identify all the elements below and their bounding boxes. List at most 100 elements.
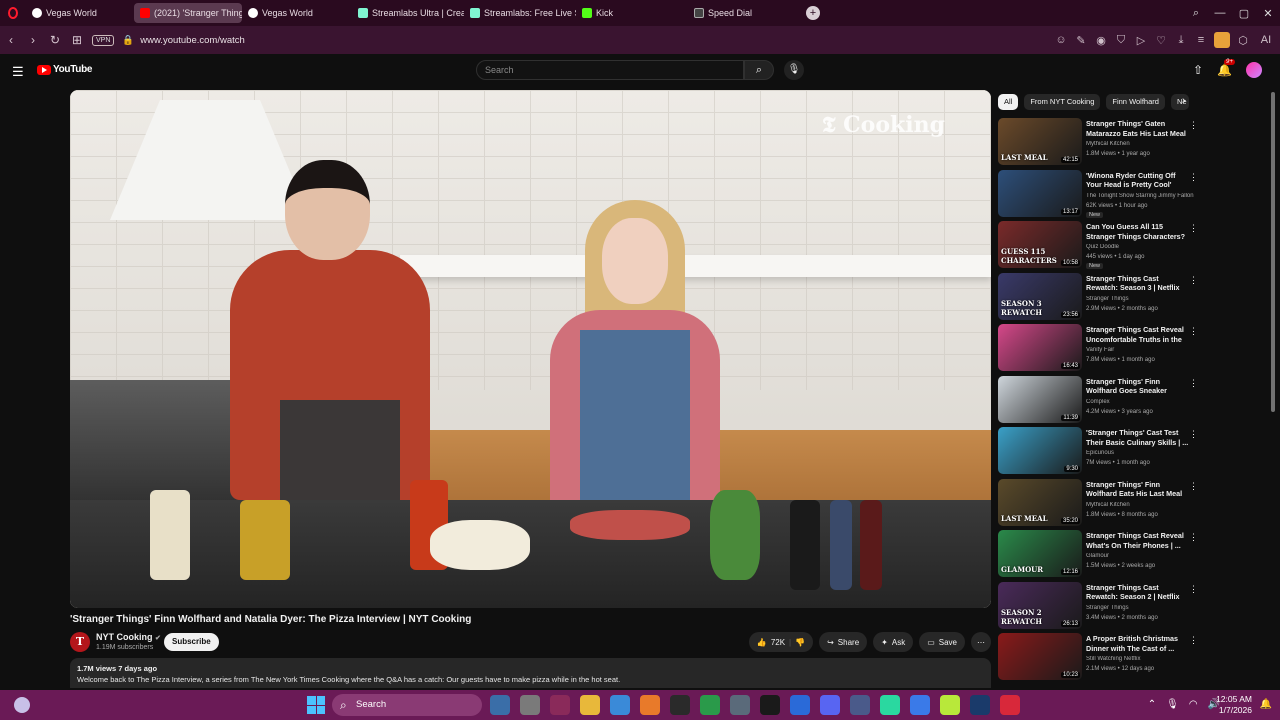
thumbs-down-icon[interactable]: 👎 <box>795 638 805 647</box>
taskbar-app-icon[interactable] <box>850 695 870 715</box>
like-button[interactable]: 👍 72K | 👎 <box>748 632 814 652</box>
video-player[interactable]: 𝕿 Cooking <box>70 90 991 608</box>
taskbar-app-icon[interactable] <box>580 695 600 715</box>
more-options-icon[interactable]: ⋮ <box>1189 326 1198 337</box>
recommendation-title[interactable]: Can You Guess All 115 Stranger Things Ch… <box>1086 222 1192 241</box>
recommendation-thumbnail[interactable]: 11:39 <box>998 375 1082 423</box>
recommendation-title[interactable]: Stranger Things' Gaten Matarazzo Eats Hi… <box>1086 119 1192 138</box>
recommendation-channel[interactable]: The Tonight Show Starring Jimmy Fallon <box>1086 193 1198 199</box>
recommendation-title[interactable]: Stranger Things Cast Rewatch: Season 2 |… <box>1086 583 1192 602</box>
recommendation-title[interactable]: Stranger Things Cast Reveal What's On Th… <box>1086 531 1192 550</box>
aria-ai-button[interactable]: AI <box>1256 34 1276 46</box>
recommendation-title[interactable]: 'Stranger Things' Cast Test Their Basic … <box>1086 428 1192 447</box>
tab-vegas-world-2[interactable]: Vegas World <box>242 3 352 23</box>
taskbar-app-icon[interactable] <box>880 695 900 715</box>
more-options-icon[interactable]: ⋮ <box>1189 120 1198 131</box>
tab-streamlabs-ultra[interactable]: Streamlabs Ultra | Create <box>352 3 464 23</box>
recommendation-title[interactable]: Stranger Things Cast Rewatch: Season 3 |… <box>1086 274 1192 293</box>
recommendation-title[interactable]: A Proper British Christmas Dinner with T… <box>1086 634 1192 653</box>
recommendation-channel[interactable]: Quiz Doodle <box>1086 244 1198 250</box>
tab-youtube-active[interactable]: (2021) 'Stranger Thing <box>134 3 242 23</box>
taskbar-app-icon[interactable] <box>700 695 720 715</box>
widgets-icon[interactable] <box>14 697 30 713</box>
shield-icon[interactable]: ⛉ <box>1114 34 1128 47</box>
tab-kick[interactable]: Kick <box>576 3 688 23</box>
taskbar-app-icon[interactable] <box>550 695 570 715</box>
taskbar-app-icon[interactable] <box>640 695 660 715</box>
upload-icon[interactable]: ⇧ <box>1193 63 1203 77</box>
recommendation-title[interactable]: Stranger Things Cast Reveal Uncomfortabl… <box>1086 325 1192 344</box>
close-icon[interactable]: ✕ <box>1256 7 1280 20</box>
extension-icon[interactable] <box>1214 32 1230 48</box>
taskbar-app-icon[interactable] <box>970 695 990 715</box>
share-button[interactable]: ↪ Share <box>819 632 868 652</box>
recommendation-item[interactable]: SEASON 3 REWATCH 23:56 Stranger Things Cas… <box>998 272 1204 325</box>
chips-next-arrow-icon[interactable]: › <box>1182 95 1186 107</box>
taskbar-app-icon[interactable] <box>760 695 780 715</box>
channel-avatar[interactable]: T <box>70 632 90 652</box>
edit-icon[interactable]: ✎ <box>1074 34 1088 47</box>
recommendation-thumbnail[interactable]: GLAMOUR 12:16 <box>998 530 1082 577</box>
recommendation-thumbnail[interactable]: LAST MEAL 42:15 <box>998 118 1082 165</box>
taskbar-clock[interactable]: 12:05 AM 1/7/2026 <box>1216 694 1252 716</box>
emoji-icon[interactable]: ☺ <box>1054 34 1068 46</box>
taskbar-search[interactable]: Search <box>332 694 482 716</box>
recommendation-thumbnail[interactable]: GUESS 115 CHARACTERS 10:58 <box>998 221 1082 268</box>
taskbar-app-icon[interactable] <box>910 695 930 715</box>
recommendation-channel[interactable]: Vanity Fair <box>1086 347 1198 353</box>
more-options-icon[interactable]: ⋮ <box>1189 635 1198 646</box>
tabs-grid-icon[interactable]: ⊞ <box>66 33 88 47</box>
tab-speed-dial[interactable]: Speed Dial <box>688 3 798 23</box>
chip-all[interactable]: All <box>998 94 1019 110</box>
wifi-icon[interactable]: ◠ <box>1189 699 1198 710</box>
recommendation-item[interactable]: LAST MEAL 42:15 Stranger Things' Gaten Mat… <box>998 118 1204 170</box>
taskbar-app-icon[interactable] <box>670 695 690 715</box>
recommendation-title[interactable]: Stranger Things' Finn Wolfhard Eats His … <box>1086 480 1192 499</box>
taskbar-app-icon[interactable] <box>730 695 750 715</box>
taskbar-app-icon[interactable] <box>820 695 840 715</box>
recommendation-channel[interactable]: Mythical Kitchen <box>1086 141 1198 147</box>
chip-from-nyt-cooking[interactable]: From NYT Cooking <box>1024 94 1101 110</box>
taskbar-app-icon[interactable] <box>940 695 960 715</box>
url-field[interactable]: 🔒 www.youtube.com/watch <box>122 35 244 46</box>
recommendation-thumbnail[interactable]: SEASON 3 REWATCH 23:56 <box>998 272 1082 320</box>
channel-name[interactable]: NYT Cooking ✔ <box>96 632 161 642</box>
tab-search-icon[interactable]: ⌕ <box>1184 7 1208 20</box>
recommendation-channel[interactable]: Glamour <box>1086 553 1198 559</box>
more-options-icon[interactable]: ⋮ <box>1189 429 1198 440</box>
recommendation-item[interactable]: 10:23 A Proper British Christmas Dinner w… <box>998 633 1204 685</box>
voice-search-button[interactable]: 🎙 <box>784 60 804 80</box>
recommendation-channel[interactable]: Mythical Kitchen <box>1086 502 1198 508</box>
recommendation-item[interactable]: LAST MEAL 35:20 Stranger Things' Finn Wolf… <box>998 478 1204 531</box>
start-button[interactable] <box>307 696 325 714</box>
recommendation-item[interactable]: 16:43 Stranger Things Cast Reveal Uncomfo… <box>998 324 1204 376</box>
chip-next[interactable]: Ne <box>1170 94 1189 110</box>
tab-streamlabs-free[interactable]: Streamlabs: Free Live Stre <box>464 3 576 23</box>
forward-icon[interactable]: › <box>22 33 44 47</box>
recommendation-title[interactable]: 'Winona Ryder Cutting Off Your Head is P… <box>1086 171 1192 190</box>
player-icon[interactable]: ▷ <box>1134 34 1148 47</box>
download-icon[interactable]: ⤓ <box>1174 34 1188 47</box>
back-icon[interactable]: ‹ <box>0 33 22 47</box>
recommendation-thumbnail[interactable]: 9:30 <box>998 427 1082 474</box>
recommendation-thumbnail[interactable]: 13:17 <box>998 169 1082 217</box>
more-options-icon[interactable]: ⋮ <box>1189 532 1198 543</box>
save-button[interactable]: ▭ Save <box>919 632 965 652</box>
recommendation-item[interactable]: SEASON 2 REWATCH 26:13 Stranger Things Cas… <box>998 581 1204 634</box>
account-avatar[interactable] <box>1246 62 1262 78</box>
recommendation-thumbnail[interactable]: SEASON 2 REWATCH 26:13 <box>998 581 1082 629</box>
vpn-badge[interactable]: VPN <box>92 34 115 46</box>
more-options-icon[interactable]: ⋮ <box>1189 378 1198 389</box>
recommendation-item[interactable]: GUESS 115 CHARACTERS 10:58 Can You Guess A… <box>998 221 1204 273</box>
search-input[interactable]: Search <box>476 60 744 80</box>
recommendation-thumbnail[interactable]: 10:23 <box>998 633 1082 680</box>
youtube-logo[interactable]: YouTube <box>37 64 93 75</box>
search-button[interactable]: ⌕ <box>744 60 774 80</box>
notification-bell-icon[interactable]: 🔔 <box>1260 699 1272 710</box>
more-options-icon[interactable]: ⋮ <box>1189 584 1198 595</box>
new-tab-button[interactable]: + <box>806 6 820 20</box>
notifications-icon[interactable]: 🔔 9+ <box>1217 59 1235 77</box>
taskbar-app-icon[interactable] <box>790 695 810 715</box>
recommendation-channel[interactable]: Stranger Things <box>1086 605 1198 611</box>
chip-finn-wolfhard[interactable]: Finn Wolfhard <box>1106 94 1165 110</box>
